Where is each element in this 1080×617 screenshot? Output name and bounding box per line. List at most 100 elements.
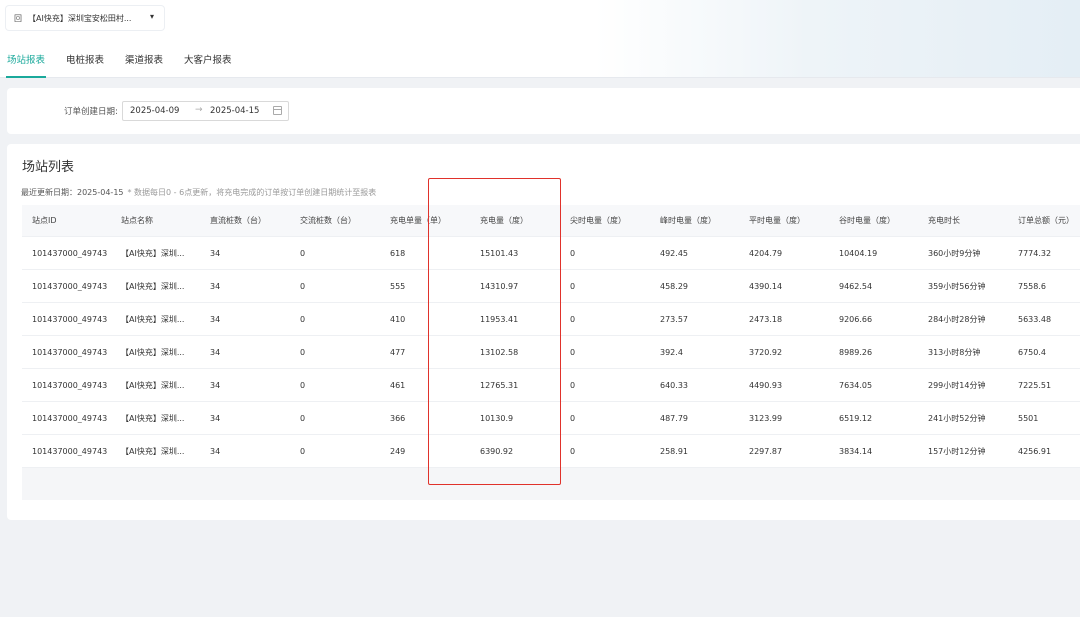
table-cell: 0 (300, 446, 306, 456)
table-cell: 366 (390, 413, 406, 423)
table-cell: 34 (210, 248, 221, 258)
column-header[interactable]: 平时电量（度） (739, 215, 829, 226)
table-cell: 【AI快充】深圳... (121, 248, 185, 258)
table-cell: 0 (570, 347, 576, 357)
column-header[interactable]: 直流桩数（台） (200, 215, 290, 226)
start-date-input[interactable]: 2025-04-09 (130, 106, 179, 116)
table-cell: 313小时8分钟 (928, 347, 981, 357)
table-cell: 34 (210, 380, 221, 390)
building-icon: 回 (14, 13, 22, 23)
table-cell: 359小时56分钟 (928, 281, 986, 291)
table-cell: 11953.41 (480, 314, 519, 324)
table-cell: 10404.19 (839, 248, 878, 258)
table-cell: 640.33 (660, 380, 688, 390)
table-cell: 2473.18 (749, 314, 783, 324)
station-selector-label: 【AI快充】深圳宝安松田村... (28, 13, 132, 23)
table-cell: 34 (210, 347, 221, 357)
station-list-card: 场站列表 最近更新日期：2025-04-15 * 数据每日0 - 6点更新，将充电… (7, 144, 1080, 520)
update-info: 最近更新日期：2025-04-15 * 数据每日0 - 6点更新，将充电完成的订单… (21, 187, 376, 198)
table-cell: 360小时9分钟 (928, 248, 981, 258)
table-row[interactable]: 101437000_49743 【AI快充】深圳... 34 0 410 11953.41… (22, 303, 1080, 336)
table-cell: 15101.43 (480, 248, 519, 258)
table-cell: 12765.31 (480, 380, 519, 390)
table-row[interactable]: 101437000_49743 【AI快充】深圳... 34 0 461 12765.31… (22, 369, 1080, 402)
report-tabs: 场站报表 电桩报表 渠道报表 大客户报表 (6, 54, 252, 78)
table-cell: 【AI快充】深圳... (121, 314, 185, 324)
table-cell: 157小时12分钟 (928, 446, 986, 456)
table-cell: 392.4 (660, 347, 683, 357)
station-selector[interactable]: 回 【AI快充】深圳宝安松田村... ▾ (6, 6, 164, 30)
tab-pile-report[interactable]: 电桩报表 (65, 54, 105, 78)
update-date: 2025-04-15 (77, 188, 124, 197)
update-label: 最近更新日期： (21, 188, 77, 197)
table-cell: 【AI快充】深圳... (121, 281, 185, 291)
table-cell: 4256.91 (1018, 446, 1052, 456)
column-header[interactable]: 尖时电量（度） (560, 215, 650, 226)
column-header[interactable]: 峰时电量（度） (650, 215, 739, 226)
table-cell: 0 (300, 380, 306, 390)
table-footer (22, 468, 1080, 500)
table-cell: 458.29 (660, 281, 688, 291)
table-cell: 7558.6 (1018, 281, 1046, 291)
column-header[interactable]: 站点ID (22, 215, 111, 226)
table-cell: 101437000_49743 (32, 281, 108, 291)
column-header[interactable]: 谷时电量（度） (829, 215, 918, 226)
order-date-label: 订单创建日期: (64, 107, 118, 117)
table-cell: 0 (570, 248, 576, 258)
table-cell: 461 (390, 380, 406, 390)
table-row[interactable]: 101437000_49743 【AI快充】深圳... 34 0 477 13102.58… (22, 336, 1080, 369)
table-cell: 【AI快充】深圳... (121, 413, 185, 423)
page-title: 场站列表 (22, 160, 75, 175)
table-cell: 10130.9 (480, 413, 514, 423)
table-cell: 101437000_49743 (32, 380, 108, 390)
table-cell: 4390.14 (749, 281, 783, 291)
table-row[interactable]: 101437000_49743 【AI快充】深圳... 34 0 618 15101.43… (22, 237, 1080, 270)
tab-channel-report[interactable]: 渠道报表 (124, 54, 164, 78)
table-cell: 0 (570, 446, 576, 456)
table-cell: 2297.87 (749, 446, 783, 456)
table-cell: 3834.14 (839, 446, 873, 456)
table-cell: 0 (300, 281, 306, 291)
table-cell: 6750.4 (1018, 347, 1046, 357)
table-cell: 618 (390, 248, 406, 258)
tab-key-account-report[interactable]: 大客户报表 (183, 54, 233, 78)
column-header[interactable]: 站点名称 (111, 215, 200, 226)
table-cell: 0 (300, 347, 306, 357)
table-cell: 487.79 (660, 413, 688, 423)
table-body: 101437000_49743 【AI快充】深圳... 34 0 618 15101.43… (22, 237, 1080, 468)
table-cell: 7774.32 (1018, 248, 1052, 258)
column-header[interactable]: 交流桩数（台） (290, 215, 380, 226)
table-cell: 6390.92 (480, 446, 514, 456)
table-cell: 34 (210, 281, 221, 291)
table-cell: 0 (570, 281, 576, 291)
station-table: 站点ID 站点名称 直流桩数（台） 交流桩数（台） 充电单量（单） 充电量（度）… (22, 205, 1080, 500)
column-header[interactable]: 充电时长 (918, 215, 1008, 226)
chevron-down-icon[interactable]: ▾ (150, 12, 154, 21)
table-cell: 0 (570, 380, 576, 390)
table-cell: 34 (210, 446, 221, 456)
calendar-icon[interactable] (273, 106, 282, 115)
table-row[interactable]: 101437000_49743 【AI快充】深圳... 34 0 249 6390.92 0… (22, 435, 1080, 468)
table-cell: 5501 (1018, 413, 1039, 423)
tab-station-report[interactable]: 场站报表 (6, 54, 47, 78)
table-cell: 101437000_49743 (32, 314, 108, 324)
table-row[interactable]: 101437000_49743 【AI快充】深圳... 34 0 555 14310.97… (22, 270, 1080, 303)
table-cell: 6519.12 (839, 413, 873, 423)
column-header[interactable]: 充电单量（单） (380, 215, 470, 226)
table-cell: 14310.97 (480, 281, 519, 291)
table-cell: 258.91 (660, 446, 688, 456)
table-cell: 284小时28分钟 (928, 314, 986, 324)
table-cell: 34 (210, 314, 221, 324)
table-cell: 0 (570, 413, 576, 423)
end-date-input[interactable]: 2025-04-15 (210, 106, 259, 116)
table-cell: 299小时14分钟 (928, 380, 986, 390)
date-range-picker[interactable]: 2025-04-09 → 2025-04-15 (122, 101, 289, 121)
table-cell: 477 (390, 347, 406, 357)
filter-card: 订单创建日期: 2025-04-09 → 2025-04-15 (7, 88, 1080, 134)
table-cell: 【AI快充】深圳... (121, 347, 185, 357)
table-row[interactable]: 101437000_49743 【AI快充】深圳... 34 0 366 10130.9 0… (22, 402, 1080, 435)
table-cell: 9206.66 (839, 314, 873, 324)
table-header: 站点ID 站点名称 直流桩数（台） 交流桩数（台） 充电单量（单） 充电量（度）… (22, 205, 1080, 237)
column-header[interactable]: 订单总额（元） (1008, 215, 1078, 226)
column-header[interactable]: 充电量（度） (470, 215, 560, 226)
